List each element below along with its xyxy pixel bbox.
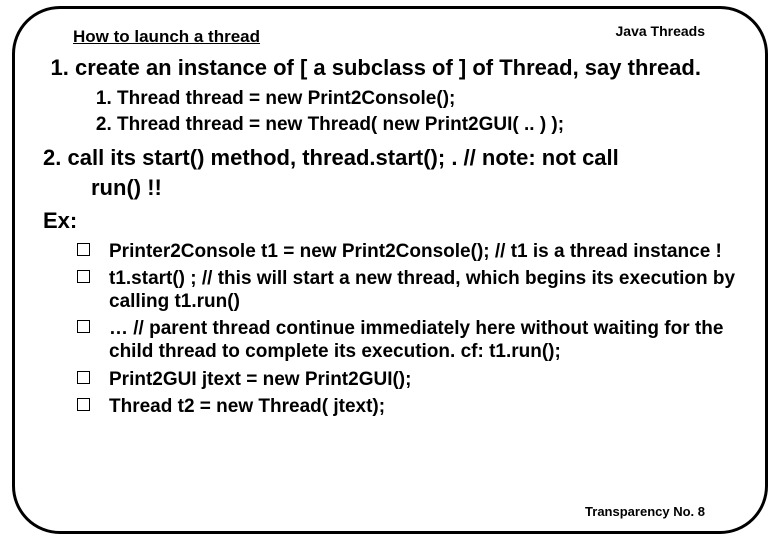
step-1-text: create an instance of [ a subclass of ] …	[75, 55, 701, 80]
step-2-line1: call its start() method, thread.start();…	[67, 145, 618, 170]
topic-header: Java Threads	[616, 23, 706, 39]
step-list: create an instance of [ a subclass of ] …	[47, 55, 737, 137]
example-item-3: … // parent thread continue immediately …	[77, 317, 737, 363]
step-1-sub-2: Thread thread = new Thread( new Print2GU…	[117, 113, 737, 137]
step-1: create an instance of [ a subclass of ] …	[75, 55, 737, 137]
example-item-5: Thread t2 = new Thread( jtext);	[77, 395, 737, 418]
example-label: Ex:	[43, 208, 737, 234]
step-2: 2. call its start() method, thread.start…	[43, 145, 737, 171]
slide: Java Threads How to launch a thread crea…	[0, 0, 780, 540]
step-1-sub-1: Thread thread = new Print2Console();	[117, 87, 737, 111]
example-list: Printer2Console t1 = new Print2Console()…	[77, 240, 737, 418]
page-number: Transparency No. 8	[585, 504, 705, 519]
step-2-number: 2.	[43, 145, 61, 170]
example-item-4: Print2GUI jtext = new Print2GUI();	[77, 368, 737, 391]
step-2-line2: run() !!	[91, 175, 737, 201]
example-item-2: t1.start() ; // this will start a new th…	[77, 267, 737, 313]
slide-frame: Java Threads How to launch a thread crea…	[12, 6, 768, 534]
example-item-1: Printer2Console t1 = new Print2Console()…	[77, 240, 737, 263]
step-1-sublist: Thread thread = new Print2Console(); Thr…	[91, 87, 737, 137]
